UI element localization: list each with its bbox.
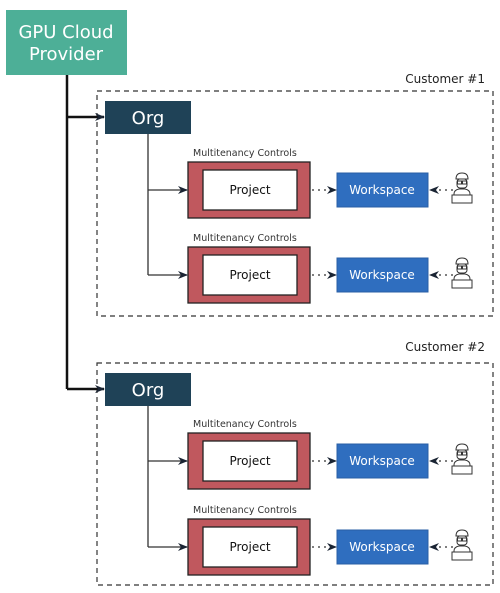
multitenancy-controls-label: Multitenancy Controls (193, 505, 297, 516)
customer-1-group: Customer #1 Org Multitenancy Controls Proje… (67, 72, 494, 317)
project-row: Multitenancy Controls Project Workspace (148, 148, 473, 219)
provider-label-line2: Provider (29, 44, 104, 65)
workspace-label: Workspace (349, 268, 415, 282)
project-row: Multitenancy Controls Project Workspace (148, 419, 473, 490)
org-label: Org (132, 380, 165, 401)
project-row: Multitenancy Controls Project Workspace (148, 233, 473, 304)
tenancy-diagram: GPU Cloud Provider Customer #1 Org Multite… (6, 10, 494, 586)
multitenancy-controls-label: Multitenancy Controls (193, 419, 297, 430)
provider-node: GPU Cloud Provider (6, 10, 127, 75)
developer-icon (451, 172, 473, 204)
project-label: Project (229, 454, 270, 468)
customer-label: Customer #2 (405, 340, 485, 354)
multitenancy-controls-label: Multitenancy Controls (193, 233, 297, 244)
customer-label: Customer #1 (405, 72, 485, 86)
project-label: Project (229, 183, 270, 197)
customer-2-group: Customer #2 Org Multitenancy Controls Proje… (67, 340, 494, 586)
workspace-label: Workspace (349, 454, 415, 468)
developer-icon (451, 529, 473, 561)
developer-icon (451, 443, 473, 475)
workspace-label: Workspace (349, 183, 415, 197)
project-label: Project (229, 268, 270, 282)
org-label: Org (132, 108, 165, 129)
provider-label-line1: GPU Cloud (18, 22, 113, 43)
project-label: Project (229, 540, 270, 554)
multitenancy-controls-label: Multitenancy Controls (193, 148, 297, 159)
workspace-label: Workspace (349, 540, 415, 554)
project-row: Multitenancy Controls Project Workspace (148, 505, 473, 576)
developer-icon (451, 257, 473, 289)
